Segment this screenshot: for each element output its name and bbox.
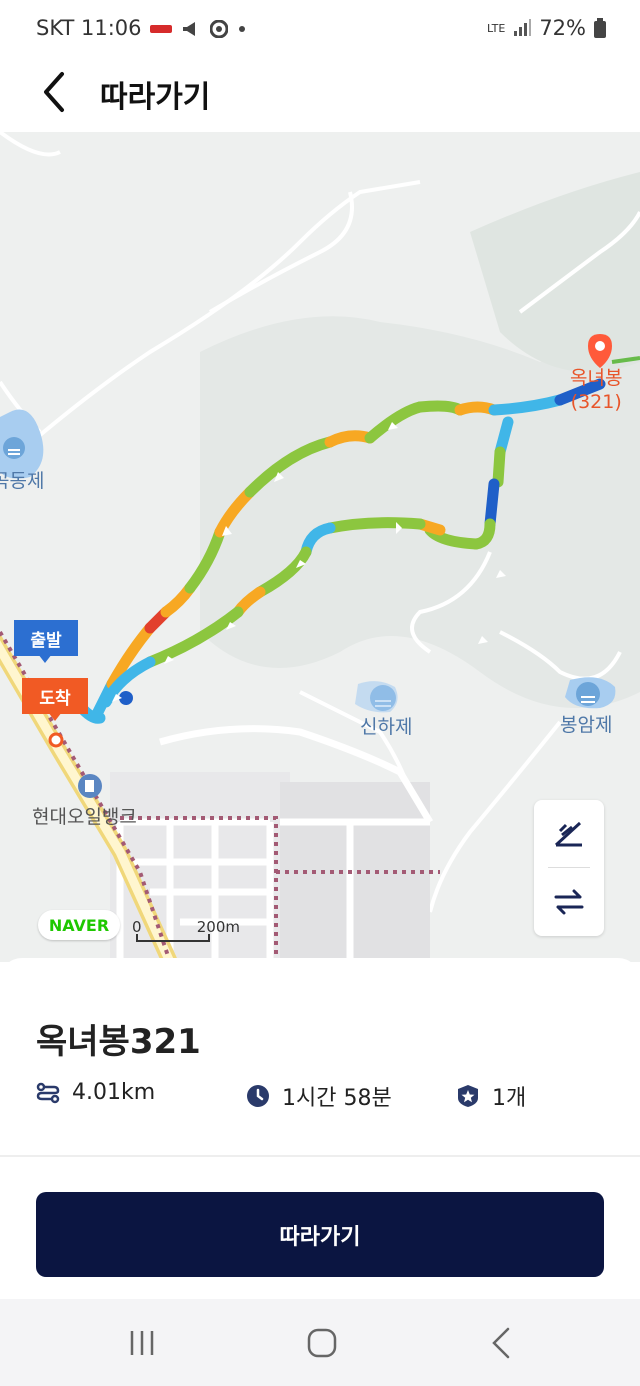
route-info-sheet: 옥녀봉321 4.01km 1시간 58분 1개 따라가기 (0, 958, 640, 1298)
gas-station-label: 현대오일뱅크 (32, 806, 137, 828)
megaphone-icon (183, 22, 195, 36)
notification-icons (150, 20, 246, 38)
urban-block-2 (280, 782, 430, 962)
duration-value: 1시간 58분 (282, 1086, 392, 1111)
hill-area-east (470, 172, 640, 372)
elevation-button[interactable] (534, 800, 604, 868)
system-nav-bar (0, 1299, 640, 1386)
peak-height: (321) (570, 391, 622, 413)
reservoir-right-label: 봉암제 (560, 714, 613, 736)
reservoir-mid-label: 신하제 (360, 716, 413, 738)
start-marker-pointer (38, 654, 52, 663)
more-notifications-icon (239, 26, 245, 32)
map-view[interactable]: 옥녀봉 (321) 곡동제 신하제 봉암제 현대오일뱅크 출발 도착 NAVER… (0, 132, 640, 962)
back-icon[interactable] (482, 1323, 522, 1363)
signal-icon (514, 19, 532, 36)
route-distance-icon (36, 1082, 60, 1103)
status-time: SKT 11:06 (36, 16, 142, 40)
swap-arrows-icon (554, 889, 584, 915)
network-type: LTE (487, 21, 506, 35)
reservoir-left-label: 곡동제 (0, 470, 45, 492)
distance-stat: 4.01km (36, 1080, 155, 1105)
page-title: 따라가기 (100, 80, 211, 115)
route-name: 옥녀봉321 (36, 1022, 201, 1062)
home-icon[interactable] (302, 1323, 342, 1363)
clock-icon (247, 1085, 269, 1107)
reverse-route-button[interactable] (534, 868, 604, 936)
route-stats: 4.01km 1시간 58분 1개 (36, 1080, 606, 1116)
app-notification-icon (150, 25, 172, 33)
sheet-divider (0, 1155, 640, 1157)
mountain-slope-icon (554, 821, 582, 847)
status-right: LTE 72% (487, 16, 606, 40)
start-marker[interactable]: 출발 (14, 620, 78, 656)
status-bar: SKT 11:06 LTE 72% (0, 0, 640, 60)
peak-label: 옥녀봉 (321) (570, 366, 622, 414)
battery-icon (594, 18, 606, 38)
peak-badge-icon (458, 1085, 478, 1107)
app-bar: 따라가기 (0, 60, 640, 132)
follow-button[interactable]: 따라가기 (36, 1192, 604, 1277)
duration-stat: 1시간 58분 (246, 1080, 392, 1112)
end-marker-pointer (48, 712, 62, 721)
recent-apps-icon[interactable] (122, 1323, 162, 1363)
distance-value: 4.01km (72, 1080, 156, 1105)
chevron-left-icon[interactable] (36, 70, 76, 114)
map-scale: 0 200m (132, 918, 240, 942)
peaks-stat: 1개 (456, 1080, 526, 1112)
end-point-icon (48, 732, 64, 748)
peak-name: 옥녀봉 (570, 367, 623, 389)
peaks-value: 1개 (492, 1086, 527, 1111)
naver-logo: NAVER (38, 910, 120, 940)
scale-bar (136, 934, 210, 942)
battery-percent: 72% (539, 16, 586, 40)
map-controls (534, 800, 604, 936)
chrome-icon (210, 20, 228, 38)
end-marker[interactable]: 도착 (22, 678, 88, 714)
